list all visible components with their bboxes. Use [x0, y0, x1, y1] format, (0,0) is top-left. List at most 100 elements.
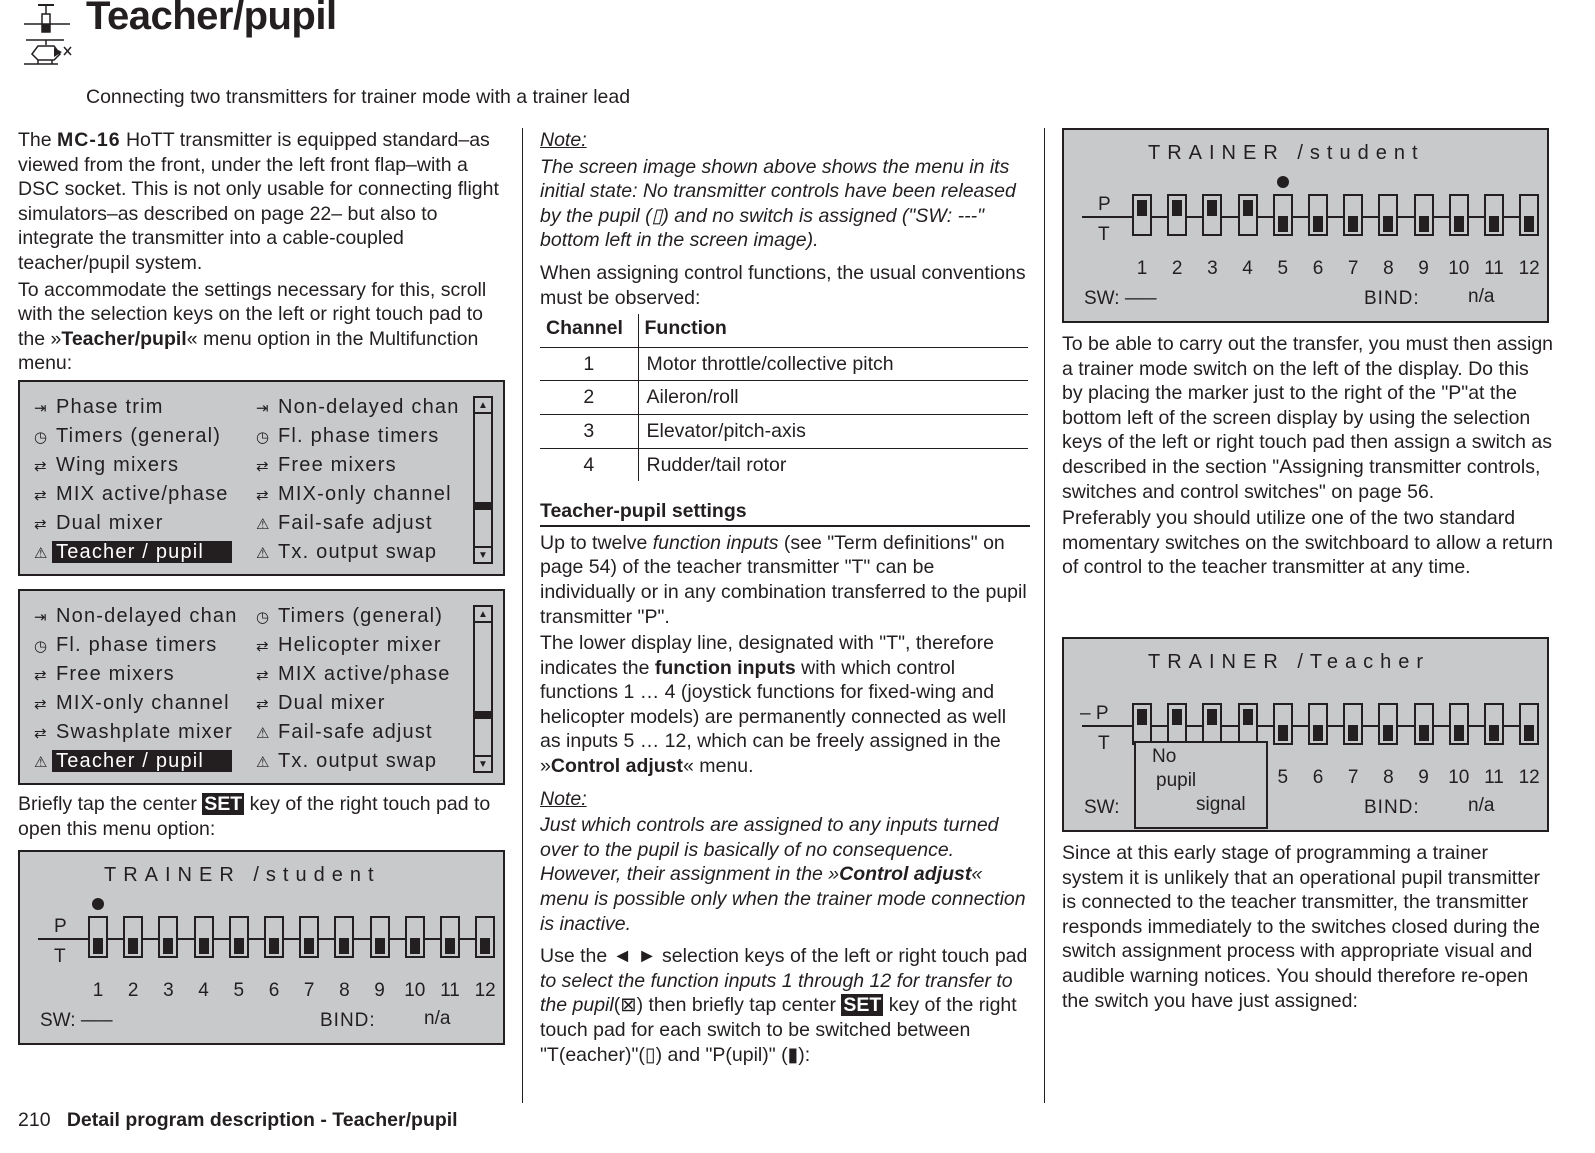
channel-switch[interactable]	[1343, 703, 1364, 745]
channel-switch[interactable]	[228, 916, 249, 958]
channel-switch[interactable]	[1237, 703, 1258, 745]
channel-switch[interactable]	[369, 916, 390, 958]
scrollbar[interactable]: ▲ ▼	[473, 396, 493, 564]
channel-switch[interactable]	[1413, 703, 1434, 745]
channel-number: 7	[1347, 767, 1359, 788]
channel-switch[interactable]	[264, 916, 284, 958]
menu-item[interactable]: ⚠ Teacher / pupil	[34, 748, 233, 775]
channel-switch[interactable]	[123, 916, 144, 958]
channel-switch[interactable]	[1519, 194, 1540, 236]
table-row: 2 Aileron/roll	[540, 380, 1028, 415]
channel-switch[interactable]	[1343, 194, 1364, 236]
menu-item[interactable]: ⇄ MIX-only channel	[256, 481, 452, 508]
menu-item[interactable]: ◷ Timers (general)	[256, 603, 443, 630]
switch-knob	[1348, 725, 1359, 741]
channel-switch[interactable]	[299, 916, 320, 958]
function-cell: Rudder/tail rotor	[638, 447, 1028, 482]
scrollbar[interactable]: ▲ ▼	[473, 605, 493, 773]
menu-item[interactable]: ⚠ Fail-safe adjust	[256, 510, 433, 537]
channel-switch[interactable]	[1237, 194, 1258, 236]
switch-label[interactable]: SW: –––	[1084, 288, 1157, 310]
menu-item[interactable]: ⇥ Non-delayed chan	[256, 394, 460, 421]
menu-item[interactable]: ◷ Timers (general)	[34, 423, 221, 450]
menu-item[interactable]: ⇄ MIX-only channel	[34, 690, 230, 717]
channel-cell: 2	[540, 380, 639, 415]
teacher-row-label: T	[1098, 224, 1110, 245]
channel-switch[interactable]	[158, 916, 179, 958]
scroll-thumb[interactable]	[475, 711, 491, 719]
switch-knob	[128, 938, 139, 954]
channel-switch[interactable]	[88, 916, 108, 958]
channel-switch[interactable]	[1167, 194, 1188, 236]
menu-item[interactable]: ⇄ Free mixers	[256, 452, 397, 479]
channel-number: 5	[233, 980, 245, 1001]
switch-label[interactable]: SW: –––	[40, 1010, 113, 1032]
cursor-marker	[1276, 176, 1289, 188]
menu-item-label: Tx. output swap	[278, 750, 438, 772]
scroll-down-icon[interactable]: ▼	[475, 755, 491, 771]
menu-item[interactable]: ⇄ MIX active/phase	[34, 481, 229, 508]
channel-switch[interactable]	[1202, 194, 1223, 236]
switch-label[interactable]: SW:	[1084, 797, 1120, 819]
channel-switch[interactable]	[1272, 703, 1293, 745]
channel-switch[interactable]	[1202, 703, 1223, 745]
table-row: 1 Motor throttle/collective pitch	[540, 346, 1028, 381]
menu-item[interactable]: ⇥ Phase trim	[34, 394, 164, 421]
channel-switch[interactable]	[1132, 194, 1152, 236]
channel-number: 4	[198, 980, 209, 1001]
set-key-label: SET	[202, 793, 245, 815]
menu-item[interactable]: ⚠ Teacher / pupil	[34, 539, 233, 566]
channel-switch[interactable]	[475, 916, 496, 958]
channel-switch[interactable]	[334, 916, 355, 958]
menu-item[interactable]: ⇄ Dual mixer	[256, 690, 386, 717]
menu-item[interactable]: ◷ Fl. phase timers	[256, 423, 439, 450]
scroll-up-icon[interactable]: ▲	[475, 607, 491, 623]
selection-keys-paragraph: Use the ◄ ► selection keys of the left o…	[540, 945, 1028, 1066]
cursor-marker	[92, 898, 104, 910]
menu-item[interactable]: ⇄ Helicopter mixer	[256, 632, 442, 659]
function-cell: Elevator/pitch-axis	[638, 413, 1028, 449]
menu-item[interactable]: ◷ Fl. phase timers	[34, 632, 217, 659]
channel-switch[interactable]	[193, 916, 214, 958]
channel-switch[interactable]	[1272, 194, 1293, 236]
channel-switch[interactable]	[1308, 194, 1328, 236]
channel-switch[interactable]	[1413, 194, 1434, 236]
scroll-thumb[interactable]	[475, 502, 491, 510]
page-number: 210	[18, 1109, 51, 1131]
menu-item[interactable]: ⇄ Swashplate mixer	[34, 719, 233, 746]
channel-switch[interactable]	[1448, 194, 1469, 236]
channel-switch[interactable]	[1519, 703, 1540, 745]
channel-number: 3	[163, 980, 174, 1001]
scroll-up-icon[interactable]: ▲	[475, 398, 491, 414]
menu-item[interactable]: ⇥ Non-delayed chan	[34, 603, 238, 630]
menu-item[interactable]: ⚠ Tx. output swap	[256, 539, 437, 566]
bind-label: BIND:	[1364, 288, 1420, 309]
channel-switch[interactable]	[440, 916, 460, 958]
column-2: Note: The screen image shown above shows…	[540, 128, 1030, 1069]
set-key-label: SET	[841, 994, 884, 1017]
switch-knob	[1489, 725, 1499, 741]
channel-switch[interactable]	[1167, 703, 1188, 745]
scroll-down-icon[interactable]: ▼	[475, 546, 491, 562]
switch-knob	[304, 938, 315, 954]
menu-item[interactable]: ⇄ Dual mixer	[34, 510, 164, 537]
channel-switch[interactable]	[1484, 194, 1504, 236]
menu-item[interactable]: ⇄ Free mixers	[34, 661, 175, 688]
channel-switch[interactable]	[1448, 703, 1469, 745]
menu-item[interactable]: ⇄ Wing mixers	[34, 452, 179, 479]
column-divider	[522, 128, 523, 1103]
bind-value: n/a	[1468, 286, 1495, 307]
channel-switch[interactable]	[1378, 194, 1399, 236]
menu-item-icon: ⇄	[256, 696, 269, 713]
channel-switch[interactable]	[1308, 703, 1328, 745]
menu-item[interactable]: ⚠ Fail-safe adjust	[256, 719, 433, 746]
channel-switch[interactable]	[1378, 703, 1399, 745]
switch-knob	[1418, 725, 1429, 741]
channel-switch[interactable]	[404, 916, 425, 958]
menu-item[interactable]: ⚠ Tx. output swap	[256, 748, 437, 775]
channel-switch[interactable]	[1484, 703, 1504, 745]
conventions-paragraph: When assigning control functions, the us…	[540, 261, 1026, 309]
switch-knob	[374, 938, 385, 954]
channel-switch[interactable]	[1132, 703, 1152, 745]
menu-item[interactable]: ⇄ MIX active/phase	[256, 661, 451, 688]
